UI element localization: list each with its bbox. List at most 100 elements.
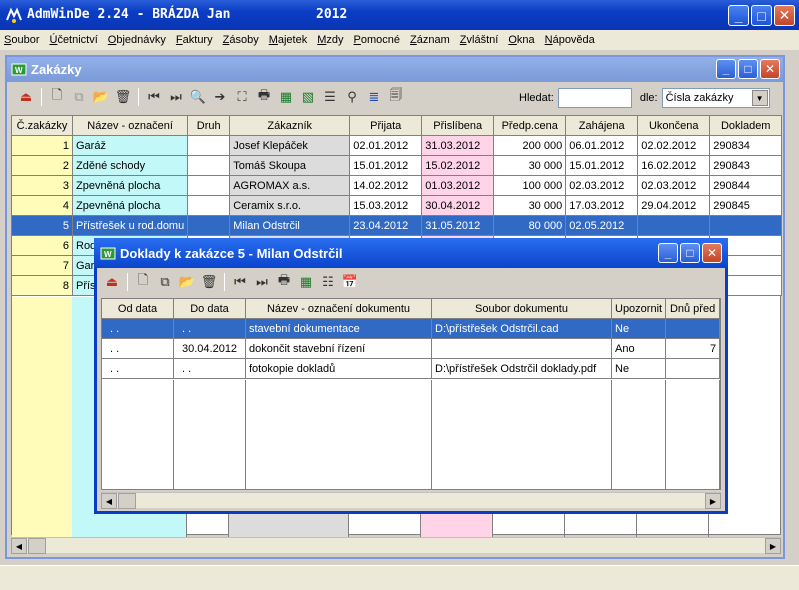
scroll-left-icon[interactable]: ◀ bbox=[11, 538, 27, 554]
cell-order-number[interactable]: 6 bbox=[11, 235, 73, 256]
documents-icon[interactable]: 🗐 bbox=[387, 87, 405, 106]
cell-notify[interactable]: Ne bbox=[610, 318, 667, 339]
cell-received[interactable]: 23.04.2012 bbox=[349, 215, 423, 236]
chevron-down-icon[interactable]: ▼ bbox=[751, 90, 768, 106]
cell-customer[interactable]: Ceramix s.r.o. bbox=[229, 195, 351, 216]
table-row[interactable]: 3 Zpevněná plocha AGROMAX a.s. 14.02.2012 01… bbox=[11, 175, 783, 196]
cell-finished[interactable]: 16.02.2012 bbox=[637, 155, 711, 176]
cell-started[interactable]: 02.03.2012 bbox=[565, 175, 639, 196]
cell-est-price[interactable]: 30 000 bbox=[493, 155, 567, 176]
cell-est-price[interactable]: 30 000 bbox=[493, 195, 567, 216]
cell-promised[interactable]: 30.04.2012 bbox=[421, 195, 495, 216]
orders-maximize-button[interactable]: □ bbox=[738, 59, 758, 79]
menu-faktury[interactable]: Faktury bbox=[176, 34, 213, 46]
cell-type[interactable] bbox=[187, 215, 231, 236]
cell-type[interactable] bbox=[187, 155, 231, 176]
cell-document[interactable]: 290845 bbox=[709, 195, 783, 216]
table-row[interactable]: . .. . stavební dokumentace D:\přístřešek … bbox=[101, 318, 721, 339]
cell-type[interactable] bbox=[187, 175, 231, 196]
cell-days-before[interactable] bbox=[665, 318, 721, 339]
cell-from-date[interactable]: . . bbox=[101, 358, 174, 379]
last-record-icon[interactable]: ⏭ bbox=[167, 88, 185, 106]
minimize-button[interactable]: _ bbox=[728, 5, 749, 26]
cell-days-before[interactable] bbox=[665, 358, 721, 379]
cell-received[interactable]: 14.02.2012 bbox=[349, 175, 423, 196]
cell-to-date[interactable]: 30.04.2012 bbox=[173, 338, 246, 359]
dialog-maximize-button[interactable]: □ bbox=[680, 243, 700, 263]
delete-icon[interactable]: 🗑 bbox=[114, 88, 132, 106]
select-all-icon[interactable]: ⛶ bbox=[233, 88, 251, 106]
documents-horizontal-scrollbar[interactable]: ◀ ▶ bbox=[101, 492, 721, 509]
search-input[interactable] bbox=[557, 88, 632, 108]
cell-est-price[interactable]: 100 000 bbox=[493, 175, 567, 196]
dialog-minimize-button[interactable]: _ bbox=[658, 243, 678, 263]
scroll-right-icon[interactable]: ▶ bbox=[765, 538, 781, 554]
exit-icon[interactable]: ⏏ bbox=[103, 273, 121, 291]
exit-icon[interactable]: ⏏ bbox=[17, 88, 35, 106]
cell-order-number[interactable]: 7 bbox=[11, 255, 73, 276]
cell-name[interactable]: Zpevněná plocha bbox=[71, 195, 189, 216]
menu-soubor[interactable]: Soubor bbox=[4, 34, 39, 46]
cell-order-number[interactable]: 3 bbox=[11, 175, 73, 196]
last-record-icon[interactable]: ⏭ bbox=[253, 273, 271, 291]
list-icon[interactable]: ☰ bbox=[321, 88, 339, 106]
table-row[interactable]: 5 Přístřešek u rod.domu Milan Odstrčil 23.0… bbox=[11, 215, 783, 236]
cell-doc-name[interactable]: fotokopie dokladů bbox=[245, 358, 432, 379]
col-header-name[interactable]: Název - označení bbox=[71, 115, 189, 136]
col-header-to-date[interactable]: Do data bbox=[173, 298, 246, 319]
col-header-est-price[interactable]: Předp.cena bbox=[493, 115, 567, 136]
cell-customer[interactable]: AGROMAX a.s. bbox=[229, 175, 351, 196]
scroll-thumb[interactable] bbox=[28, 538, 46, 554]
maximize-button[interactable]: □ bbox=[751, 5, 772, 26]
cell-doc-file[interactable]: D:\přístřešek Odstrčil doklady.pdf bbox=[431, 358, 612, 379]
cell-started[interactable]: 17.03.2012 bbox=[565, 195, 639, 216]
col-header-order-number[interactable]: Č.zakázky bbox=[11, 115, 73, 136]
cell-started[interactable]: 15.01.2012 bbox=[565, 155, 639, 176]
search-icon[interactable]: 🔍 bbox=[189, 88, 207, 106]
cell-finished[interactable]: 29.04.2012 bbox=[637, 195, 711, 216]
chart-icon[interactable]: ≣ bbox=[365, 88, 383, 106]
cell-days-before[interactable]: 7 bbox=[665, 338, 721, 359]
col-header-finished[interactable]: Ukončena bbox=[637, 115, 711, 136]
cell-type[interactable] bbox=[187, 195, 231, 216]
menu-zaznam[interactable]: Záznam bbox=[410, 34, 450, 46]
cell-to-date[interactable]: . . bbox=[173, 318, 246, 339]
cell-doc-name[interactable]: stavební dokumentace bbox=[245, 318, 432, 339]
cell-finished[interactable]: 02.02.2012 bbox=[637, 135, 711, 156]
cell-promised[interactable]: 15.02.2012 bbox=[421, 155, 495, 176]
cell-doc-file[interactable]: D:\přístřešek Odstrčil.cad bbox=[431, 318, 612, 339]
cell-name[interactable]: Garáž bbox=[71, 135, 189, 156]
cell-received[interactable]: 02.01.2012 bbox=[349, 135, 423, 156]
cell-est-price[interactable]: 200 000 bbox=[493, 135, 567, 156]
first-record-icon[interactable]: ⏮ bbox=[145, 88, 163, 106]
orders-minimize-button[interactable]: _ bbox=[716, 59, 736, 79]
copy-icon[interactable]: ⧉ bbox=[156, 273, 174, 291]
cell-customer[interactable]: Tomáš Skoupa bbox=[229, 155, 351, 176]
col-header-received[interactable]: Přijata bbox=[349, 115, 423, 136]
cell-doc-file[interactable] bbox=[431, 338, 612, 359]
cell-order-number[interactable]: 2 bbox=[11, 155, 73, 176]
excel-export-icon[interactable]: ▦ bbox=[277, 88, 295, 106]
dialog-close-button[interactable]: ✕ bbox=[702, 243, 722, 263]
cell-name[interactable]: Zpevněná plocha bbox=[71, 175, 189, 196]
print-icon[interactable]: 🖶 bbox=[255, 87, 273, 106]
cell-finished[interactable]: 02.03.2012 bbox=[637, 175, 711, 196]
calendar-icon[interactable]: 📅 bbox=[341, 273, 359, 291]
search-by-select[interactable]: Čísla zakázky ▼ bbox=[661, 88, 770, 108]
scroll-thumb[interactable] bbox=[118, 493, 136, 509]
col-header-doc-name[interactable]: Název - označení dokumentu bbox=[245, 298, 432, 319]
cell-order-number[interactable]: 5 bbox=[11, 215, 73, 236]
table-row[interactable]: . .. . fotokopie dokladů D:\přístřešek Ods… bbox=[101, 358, 721, 379]
scroll-left-icon[interactable]: ◀ bbox=[101, 493, 117, 509]
cell-received[interactable]: 15.03.2012 bbox=[349, 195, 423, 216]
new-document-icon[interactable]: 🗋 bbox=[134, 272, 152, 291]
col-header-notify[interactable]: Upozornit bbox=[610, 298, 667, 319]
menu-zasoby[interactable]: Zásoby bbox=[223, 34, 259, 46]
col-header-promised[interactable]: Přislíbena bbox=[421, 115, 495, 136]
cell-started[interactable]: 06.01.2012 bbox=[565, 135, 639, 156]
binoculars-icon[interactable]: ⚲ bbox=[343, 88, 361, 106]
close-button[interactable]: ✕ bbox=[774, 5, 795, 26]
open-folder-icon[interactable]: 📂 bbox=[178, 273, 196, 291]
orders-horizontal-scrollbar[interactable]: ◀ ▶ bbox=[11, 537, 781, 554]
table-row[interactable]: . . 30.04.2012 dokončit stavební řízení Ano… bbox=[101, 338, 721, 359]
